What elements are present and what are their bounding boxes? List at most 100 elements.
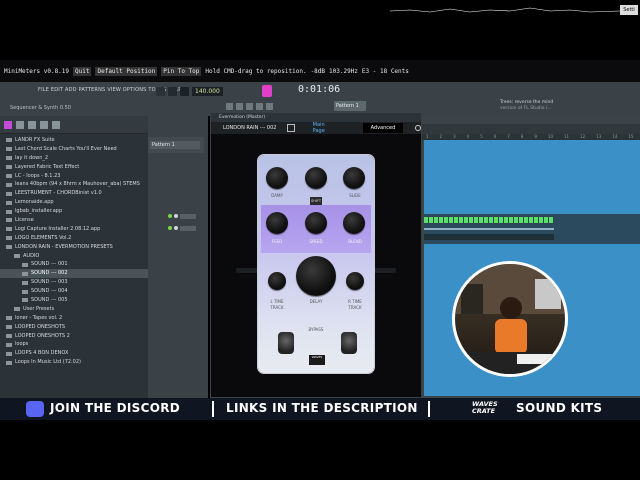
settings-button[interactable]: Setti [620,5,638,15]
tool-icon[interactable] [256,102,263,110]
clip-tile [469,217,473,223]
browser-item[interactable]: lgbab_installer.app [0,207,148,216]
browser-item-label: Layered Fabric Text Effect [15,163,80,170]
browser-sort-icon[interactable] [52,120,60,129]
shift-tab[interactable]: SHIFT [310,197,322,205]
tool-icon[interactable] [236,102,243,110]
channel-led[interactable] [168,214,172,218]
browser-item[interactable]: SOUND --- 002 [0,269,148,279]
browser-item-label: loner - Tapes vol. 2 [15,314,63,321]
browser-item[interactable]: Layered Fabric Text Effect [0,163,148,172]
bpm-display[interactable]: 140.000 [192,86,223,96]
browser-item[interactable]: LOOPED ONESHOTS 2 [0,332,148,341]
channel-pan[interactable] [174,214,178,218]
clip-tile [489,217,493,223]
browser-star-icon[interactable] [28,120,36,129]
webcam-overlay [452,261,568,377]
channel-button[interactable] [180,213,196,219]
pin-to-top-button[interactable]: Pin To Top [161,66,202,76]
browser-search-icon[interactable] [40,120,48,129]
browser-item[interactable]: SOUND --- 003 [0,278,148,287]
clip-tile [484,217,488,223]
rack-channel[interactable] [168,222,204,234]
slide-knob[interactable] [343,167,365,189]
browser-item[interactable]: LANDR FX Suite [0,136,148,145]
gear-icon[interactable] [415,125,422,131]
tool-icon[interactable] [246,102,253,110]
clip-tile [544,217,548,223]
left-footswitch[interactable] [278,332,294,354]
links-text: LINKS IN THE DESCRIPTION [226,401,418,415]
browser-folder-icon[interactable] [16,120,24,129]
browser-item[interactable]: LOGO ELEMENTS Vol.2 [0,234,148,243]
channel-button[interactable] [180,225,196,231]
channel-rack [148,116,208,398]
browser-item[interactable]: LC - loops - 8.1.23 [0,172,148,181]
browser-item[interactable]: LOOPS 4 BON DENOX [0,349,148,358]
blend-label: BLEND [348,239,362,244]
browser-item[interactable]: Loops In Music Ltd (72.02) [0,358,148,367]
folder-icon [14,307,20,312]
folder-icon [6,245,12,250]
tool-icon[interactable] [266,102,273,110]
randomize-icon[interactable] [287,124,295,132]
browser-item[interactable]: leans 40bpm (94 x 8hrm x Mauhover_aba) S… [0,180,148,189]
browser-item[interactable]: User Presets [0,305,148,314]
folder-icon [22,298,28,303]
browser-item[interactable]: Last Chord Scale Charts You'll Ever Need [0,145,148,154]
browser-item[interactable]: SOUND --- 004 [0,287,148,296]
blend-knob[interactable] [343,212,365,234]
snap-icon[interactable] [226,102,233,110]
browser-item[interactable]: LONDON RAIN - EVERMOTION PRESETS [0,243,148,252]
shift-knob[interactable] [305,167,327,189]
tab-main-page[interactable]: Main Page [313,122,337,134]
left-time-knob[interactable] [268,272,286,290]
browser-item[interactable]: loops [0,340,148,349]
browser-all-icon[interactable] [4,120,12,129]
damp-knob[interactable] [266,167,288,189]
browser-item[interactable]: SOUND --- 001 [0,260,148,269]
logo-bottom: CRATE [472,407,496,415]
browser-item-label: License [15,217,34,224]
browser-item[interactable]: lay it down_2 [0,154,148,163]
rack-channel[interactable] [168,210,204,222]
default-position-button[interactable]: Default Position [95,66,158,76]
folder-icon [22,289,28,294]
speed-knob[interactable] [305,212,327,234]
audio-clip[interactable] [424,214,554,244]
delay-knob[interactable] [296,256,336,296]
browser-item[interactable]: loner - Tapes vol. 2 [0,314,148,323]
clip-tile [519,217,523,223]
play-icon[interactable] [156,86,165,96]
slide-label: SLIDE [349,193,361,198]
metronome-icon[interactable] [262,85,272,97]
browser-item[interactable]: LEESTRUMENT - CHORDBinist v1.0 [0,189,148,198]
feed-knob[interactable] [266,212,288,234]
clip-tile [454,217,458,223]
spectrum-waveform [390,7,620,13]
channel-led[interactable] [168,226,172,230]
preset-name[interactable]: LONDON RAIN --- 002 [211,125,277,131]
rack-pattern-label[interactable]: Pattern 1 [150,141,200,149]
quit-button[interactable]: Quit [73,66,92,76]
stop-icon[interactable] [168,86,177,96]
sound-kits-text: SOUND KITS [516,401,603,415]
right-time-label: R TIME [348,299,362,304]
playlist-toolbar [422,124,640,134]
level-readout: -8dB [310,67,326,75]
tab-advanced[interactable]: Advanced [362,123,404,133]
browser-panel: LANDR FX Suite Last Chord Scale Charts Yo… [0,116,148,398]
pattern-selector[interactable]: Pattern 1 [334,101,366,111]
clip-tile [494,217,498,223]
record-icon[interactable] [180,86,189,96]
browser-item[interactable]: LOOPED ONESHOTS [0,323,148,332]
channel-pan[interactable] [174,226,178,230]
browser-item[interactable]: Logi Capture Installer 2.08.12.app [0,225,148,234]
right-time-knob[interactable] [346,272,364,290]
browser-item[interactable]: AUDIO [0,252,148,261]
browser-item[interactable]: Lemonaide.app [0,198,148,207]
browser-item[interactable]: License [0,216,148,225]
browser-item[interactable]: SOUND --- 005 [0,296,148,305]
right-footswitch[interactable] [341,332,357,354]
bypass-label: BYPASS [308,327,324,332]
